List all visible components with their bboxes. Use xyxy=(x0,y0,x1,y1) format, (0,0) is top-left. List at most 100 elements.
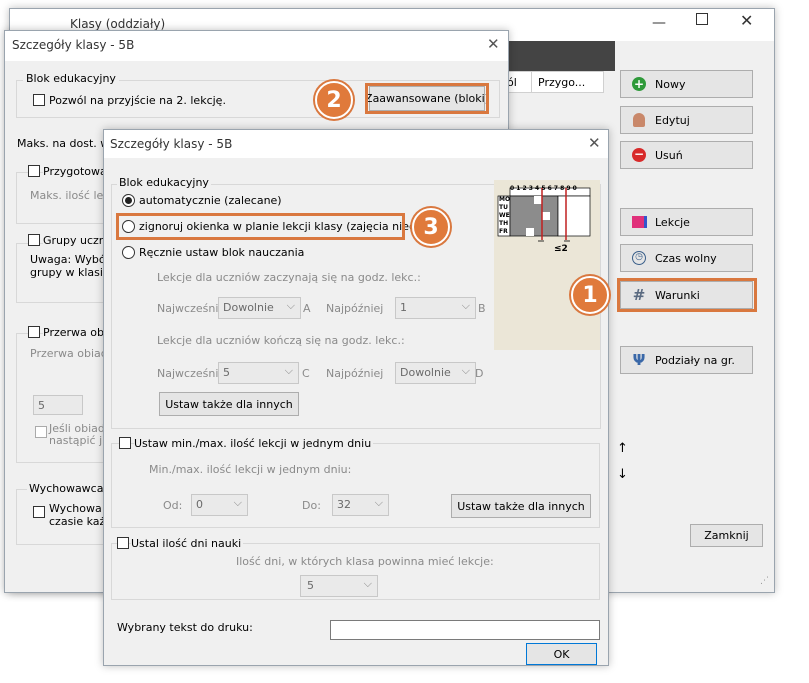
delete-button-label: Usuń xyxy=(655,148,683,162)
lunch-sub-label: Przerwa obiado xyxy=(30,347,115,360)
maximize-icon[interactable] xyxy=(696,13,708,25)
start-earliest-label: Najwcześnie xyxy=(157,302,226,315)
ok-button[interactable]: OK xyxy=(526,643,597,665)
radio-auto[interactable] xyxy=(122,194,135,207)
lessons-icon xyxy=(631,214,647,230)
set-for-others-button[interactable]: Ustaw także dla innych xyxy=(159,392,299,416)
free-time-button[interactable]: ◷ Czas wolny xyxy=(620,244,753,272)
tutor-line-1: Wychowa xyxy=(49,502,102,515)
preview-gap-label: ≤2 xyxy=(554,244,568,254)
radio-manual[interactable] xyxy=(122,246,135,259)
minus-icon: − xyxy=(632,147,646,162)
allow-second-label: Pozwól na przyjście na 2. lekcję. xyxy=(49,94,226,107)
highlight-advanced-button xyxy=(365,83,489,114)
front-window-title: Szczegóły klasy - 5B xyxy=(110,137,233,151)
end-earliest-select[interactable]: 5 xyxy=(218,362,299,384)
letter-d: D xyxy=(475,367,484,380)
minimize-icon[interactable]: — xyxy=(652,15,666,31)
preview-header: 0 1 2 3 4 5 6 7 8 9 0 xyxy=(510,185,577,192)
delete-button[interactable]: − Usuń xyxy=(620,141,753,169)
lessons-button[interactable]: Lekcje xyxy=(620,208,753,236)
days-sub-label: Ilość dni, w których klasa powinna mieć … xyxy=(236,555,494,568)
from-value: 0 xyxy=(196,498,203,511)
move-down-arrow[interactable]: ↓ xyxy=(617,467,628,482)
prep-checkbox[interactable] xyxy=(28,165,40,177)
lunch-note-2: nastąpić ju xyxy=(49,434,110,447)
column-header-2[interactable]: Przygo... xyxy=(538,76,585,89)
groups-checkbox[interactable] xyxy=(28,234,40,246)
minmax-label: Ustaw min./max. ilość lekcji w jednym dn… xyxy=(134,437,374,450)
groups-note-1: Uwaga: Wybór xyxy=(30,253,111,266)
preview-day-fr: FR xyxy=(499,228,508,235)
days-checkbox[interactable] xyxy=(117,537,129,549)
lunch-checkbox[interactable] xyxy=(28,326,40,338)
start-lessons-label: Lekcje dla uczniów zaczynają się na godz… xyxy=(157,271,421,284)
close-icon[interactable]: ✕ xyxy=(487,35,500,53)
divisions-button[interactable]: Ψ Podziały na gr. xyxy=(620,346,753,374)
lunch-value-field[interactable]: 5 xyxy=(33,395,83,415)
mid-window-title: Szczegóły klasy - 5B xyxy=(12,38,135,52)
edit-button-label: Edytuj xyxy=(655,113,690,127)
close-button[interactable]: Zamknij xyxy=(690,524,763,547)
free-time-button-label: Czas wolny xyxy=(655,251,717,265)
plus-icon: + xyxy=(632,77,646,91)
person-edit-icon xyxy=(631,112,647,128)
to-select[interactable]: 32 xyxy=(332,494,389,516)
move-up-arrow[interactable]: ↑ xyxy=(617,441,628,456)
days-label: Ustal ilość dni nauki xyxy=(131,537,244,550)
close-icon[interactable]: ✕ xyxy=(740,11,753,30)
edit-button[interactable]: Edytuj xyxy=(620,106,753,134)
max-label: Maks. na dost. w xyxy=(17,137,110,150)
radio-auto-label: automatycznie (zalecane) xyxy=(139,194,282,207)
from-select[interactable]: 0 xyxy=(191,494,248,516)
end-earliest-label: Najwcześnie xyxy=(157,367,226,380)
badge-3: 3 xyxy=(412,208,450,246)
end-latest-select[interactable]: Dowolnie xyxy=(395,362,476,384)
lunch-note-checkbox[interactable] xyxy=(35,426,47,438)
divisions-button-label: Podziały na gr. xyxy=(655,353,735,367)
preview-day-th: TH xyxy=(499,220,509,227)
column-header: ól Przygo... xyxy=(504,71,604,93)
to-value: 32 xyxy=(337,498,351,511)
end-latest-value: Dowolnie xyxy=(400,366,451,379)
print-text-label: Wybrany tekst do druku: xyxy=(117,621,253,634)
minmax-checkbox[interactable] xyxy=(119,437,131,449)
print-text-input[interactable] xyxy=(330,620,600,640)
block-preview-panel: 0 1 2 3 4 5 6 7 8 9 0 MO TU WE TH FR ≤2 xyxy=(494,180,600,350)
lessons-button-label: Lekcje xyxy=(655,215,690,229)
tutor-group-label: Wychowawca: xyxy=(27,482,110,495)
lunch-value: 5 xyxy=(38,399,45,412)
minmax-sub-label: Min./max. ilość lekcji w jednym dniu: xyxy=(149,463,352,476)
radio-manual-label: Ręcznie ustaw blok nauczania xyxy=(139,246,305,259)
letter-b: B xyxy=(478,302,486,315)
start-latest-select[interactable]: 1 xyxy=(395,297,476,319)
clock-icon: ◷ xyxy=(631,250,647,266)
classes-window-title: Klasy (oddziały) xyxy=(70,17,166,31)
prep-label: Przygotowa xyxy=(43,165,107,178)
highlight-ignore-gaps xyxy=(116,213,405,240)
end-lessons-label: Lekcje dla uczniów kończą się na godz. l… xyxy=(157,334,405,347)
badge-2: 2 xyxy=(315,81,353,119)
schedule-preview-graphic xyxy=(497,187,591,242)
resize-grip[interactable]: ⋰ xyxy=(760,576,769,586)
new-button-label: Nowy xyxy=(655,77,686,91)
split-icon: Ψ xyxy=(632,351,646,369)
mid-block-group-label: Blok edukacyjny xyxy=(23,72,119,85)
badge-1: 1 xyxy=(571,276,609,314)
new-button[interactable]: + Nowy xyxy=(620,70,753,98)
start-earliest-value: Dowolnie xyxy=(223,301,274,314)
set-for-others-button-2[interactable]: Ustaw także dla innych xyxy=(451,494,591,518)
close-icon[interactable]: ✕ xyxy=(588,134,601,152)
tutor-checkbox[interactable] xyxy=(33,506,45,518)
start-latest-label: Najpóźniej xyxy=(326,302,384,315)
preview-day-mo: MO xyxy=(499,196,511,203)
allow-second-checkbox[interactable] xyxy=(33,94,45,106)
days-select[interactable]: 5 xyxy=(300,575,378,597)
to-label: Do: xyxy=(302,499,321,512)
preview-day-tu: TU xyxy=(499,204,508,211)
end-earliest-value: 5 xyxy=(223,366,230,379)
end-latest-label: Najpóźniej xyxy=(326,367,384,380)
start-earliest-select[interactable]: Dowolnie xyxy=(218,297,301,319)
start-latest-value: 1 xyxy=(400,301,407,314)
front-block-group-label: Blok edukacyjny xyxy=(117,176,211,189)
